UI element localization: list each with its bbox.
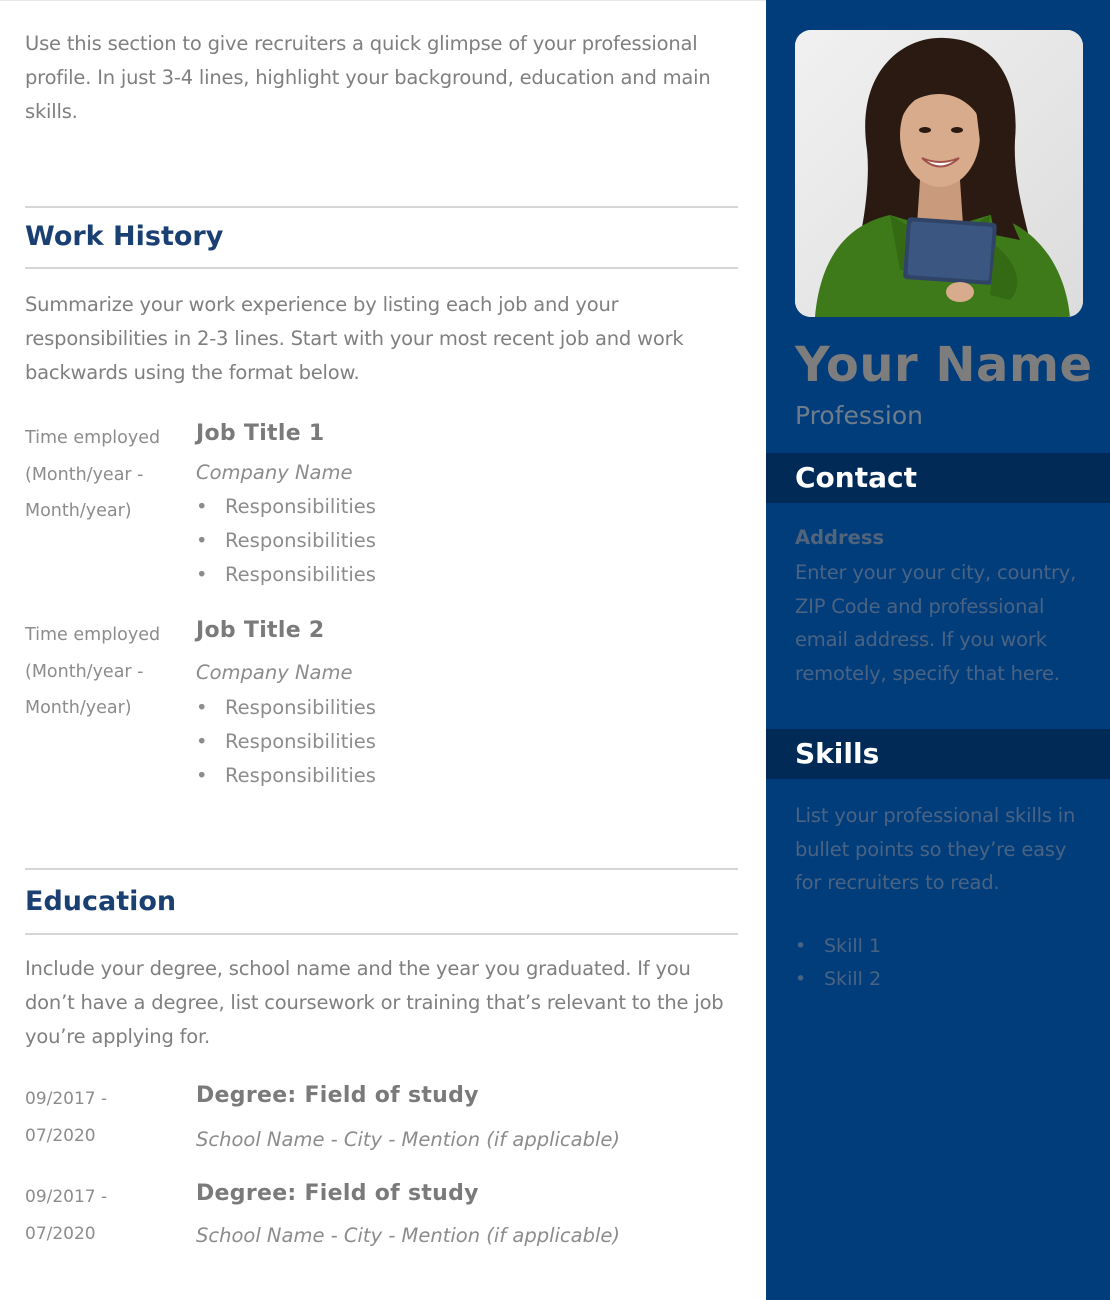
bullet-icon: • xyxy=(196,495,208,518)
responsibility-item: • Responsibilities xyxy=(196,558,376,592)
bullet-icon: • xyxy=(795,935,807,957)
responsibility-text: Responsibilities xyxy=(225,495,376,518)
company-name: Company Name xyxy=(196,661,353,684)
bullet-icon: • xyxy=(795,968,807,990)
responsibility-item: • Responsibilities xyxy=(196,691,376,725)
bullet-icon: • xyxy=(196,764,208,787)
work-history-heading: Work History xyxy=(25,221,224,252)
responsibility-item: • Responsibilities xyxy=(196,759,376,793)
work-history-intro: Summarize your work experience by listin… xyxy=(25,293,684,384)
job-title: Job Title 2 xyxy=(196,618,325,643)
bullet-icon: • xyxy=(196,696,208,719)
top-divider xyxy=(0,0,766,1)
skill-text: Skill 2 xyxy=(824,968,882,990)
skill-item: • Skill 1 xyxy=(795,930,881,963)
responsibility-text: Responsibilities xyxy=(225,696,376,719)
education-heading: Education xyxy=(25,886,177,917)
profile-photo xyxy=(795,30,1083,317)
education-dates: 09/2017 - 07/2020 xyxy=(25,1187,108,1244)
skill-text: Skill 1 xyxy=(824,935,882,957)
job-title: Job Title 1 xyxy=(196,421,325,446)
responsibility-text: Responsibilities xyxy=(225,730,376,753)
skills-list: • Skill 1 • Skill 2 xyxy=(795,930,881,996)
responsibility-text: Responsibilities xyxy=(225,764,376,787)
responsibilities-list: • Responsibilities • Responsibilities • Res… xyxy=(196,691,376,793)
contact-band: Contact xyxy=(766,453,1110,503)
responsibilities-list: • Responsibilities • Responsibilities • Res… xyxy=(196,490,376,592)
work-history-bottom-rule xyxy=(25,267,738,269)
bullet-icon: • xyxy=(196,529,208,552)
bullet-icon: • xyxy=(196,563,208,586)
work-history-top-rule xyxy=(25,206,738,208)
bullet-icon: • xyxy=(196,730,208,753)
address-text: Enter your your city, country, ZIP Code … xyxy=(795,561,1077,685)
skills-heading: Skills xyxy=(795,737,880,770)
job-dates: Time employed (Month/year - Month/year) xyxy=(25,625,161,718)
responsibility-item: • Responsibilities xyxy=(196,725,376,759)
responsibility-text: Responsibilities xyxy=(225,529,376,552)
school-name: School Name - City - Mention (if applica… xyxy=(196,1128,620,1151)
company-name: Company Name xyxy=(196,461,353,484)
responsibility-item: • Responsibilities xyxy=(196,524,376,558)
education-dates: 09/2017 - 07/2020 xyxy=(25,1089,108,1146)
degree-title: Degree: Field of study xyxy=(196,1181,479,1206)
skills-band: Skills xyxy=(766,729,1110,779)
profession: Profession xyxy=(795,401,923,430)
education-top-rule xyxy=(25,868,738,870)
degree-title: Degree: Field of study xyxy=(196,1083,479,1108)
sidebar: Your Name Profession Contact Address Ent… xyxy=(766,0,1110,1300)
education-intro: Include your degree, school name and the… xyxy=(25,957,724,1048)
responsibility-item: • Responsibilities xyxy=(196,490,376,524)
job-dates: Time employed (Month/year - Month/year) xyxy=(25,428,161,521)
candidate-name: Your Name xyxy=(795,337,1093,393)
school-name: School Name - City - Mention (if applica… xyxy=(196,1224,620,1247)
profile-summary: Use this section to give recruiters a qu… xyxy=(25,32,711,123)
skill-item: • Skill 2 xyxy=(795,963,881,996)
contact-heading: Contact xyxy=(795,461,917,494)
address-label: Address xyxy=(795,526,885,549)
responsibility-text: Responsibilities xyxy=(225,563,376,586)
resume-page: Use this section to give recruiters a qu… xyxy=(0,0,1110,1300)
education-bottom-rule xyxy=(25,933,738,935)
portrait-illustration xyxy=(795,30,1083,317)
skills-intro: List your professional skills in bullet … xyxy=(795,804,1076,894)
